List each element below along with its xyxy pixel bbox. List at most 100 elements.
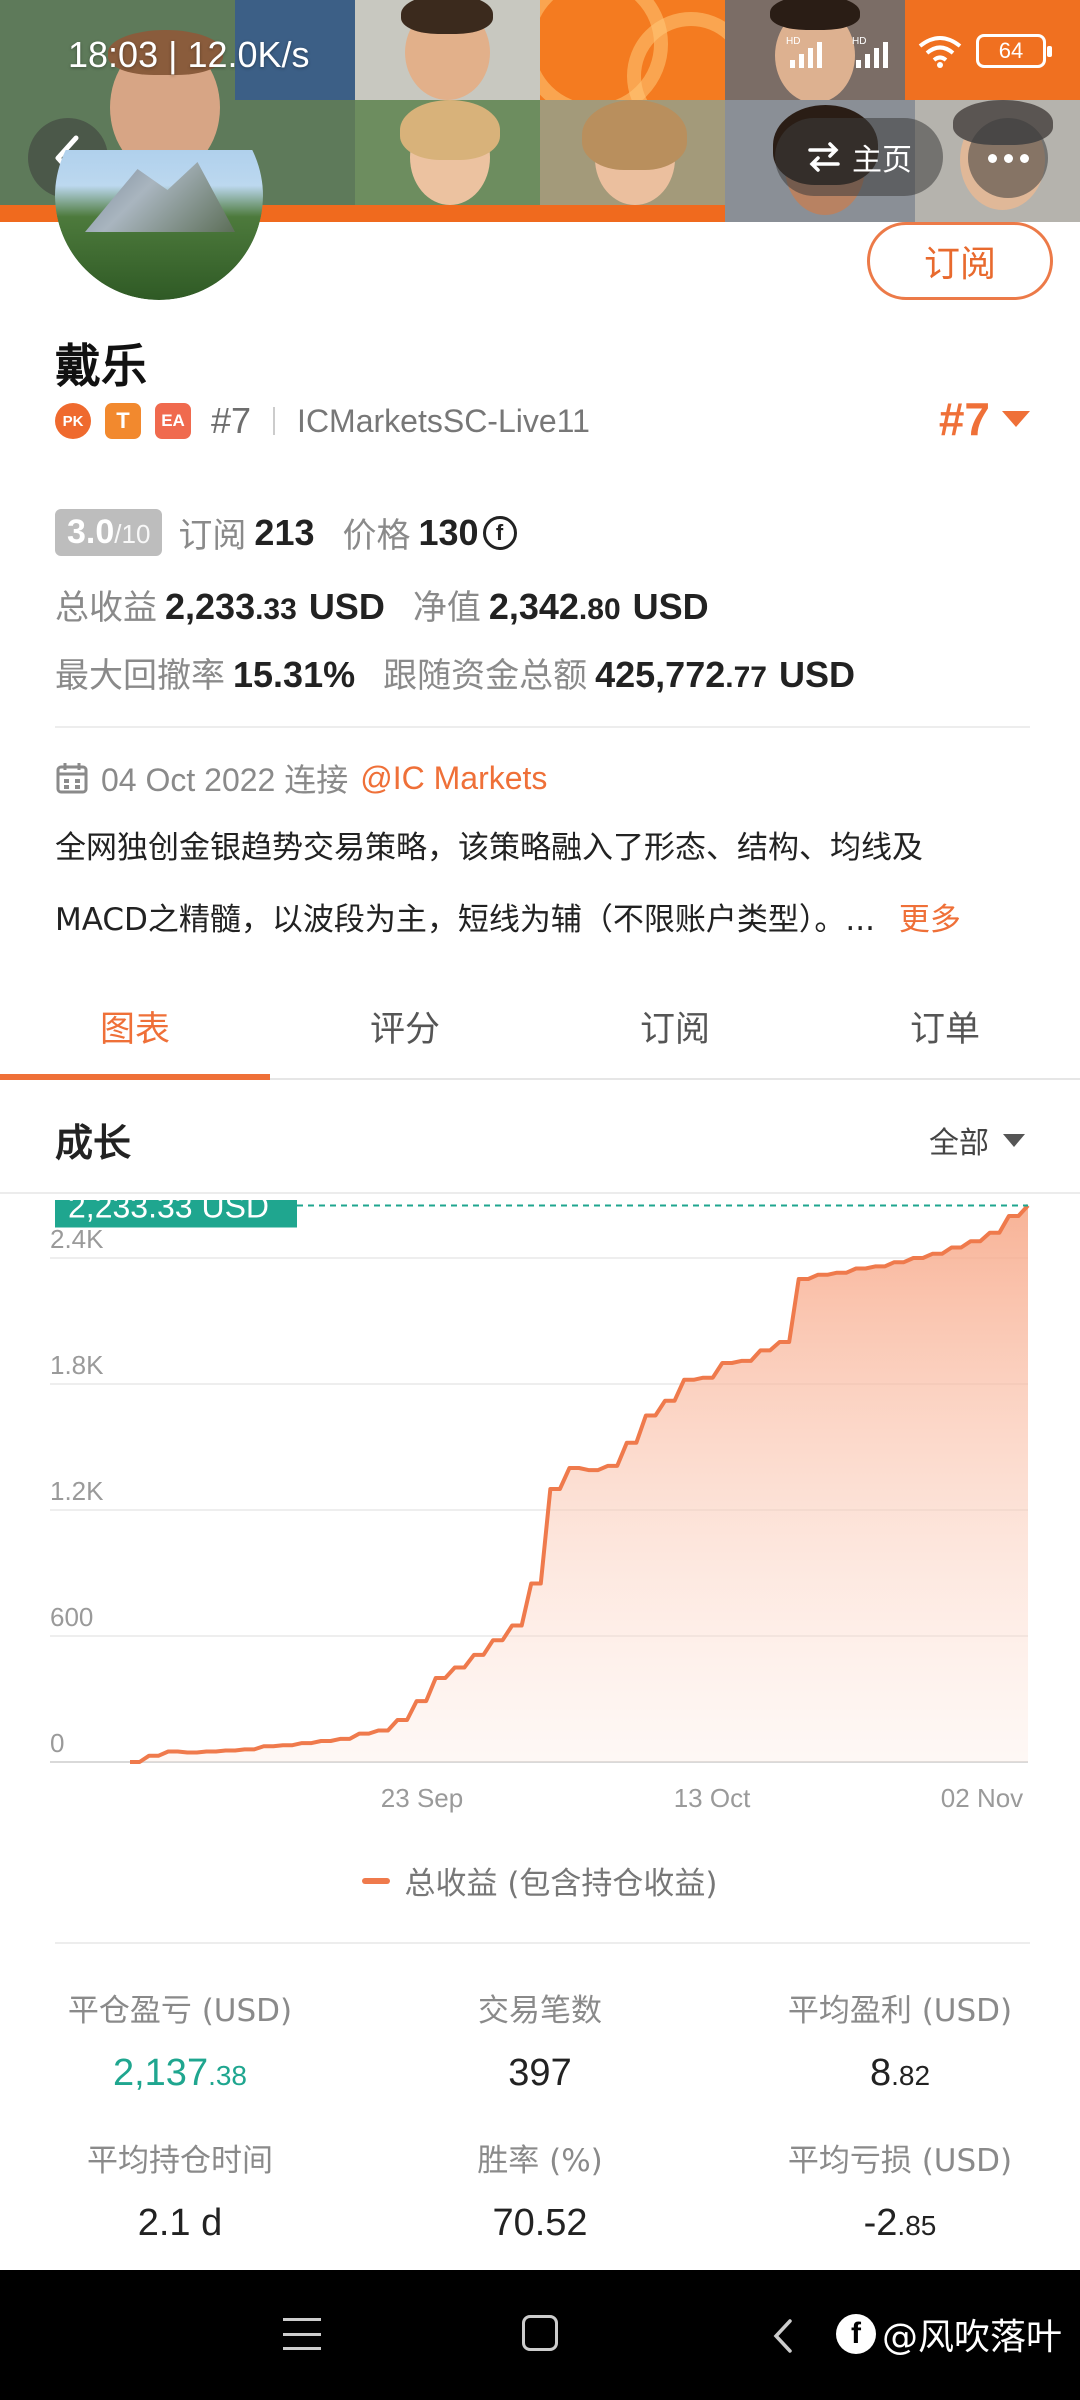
tab-bar: 图表 评分 订阅 订单: [0, 975, 1080, 1080]
metric-value: -2.85: [863, 2202, 937, 2244]
description-line: 全网独创金银趋势交易策略，该策略融入了形态、结构、均线及: [55, 830, 923, 866]
legend-swatch: [362, 1877, 391, 1884]
coin-icon: f: [482, 515, 517, 550]
broker-link[interactable]: @IC Markets: [360, 760, 547, 797]
stats-row-2: 总收益 2,233 .33 USD 净值 2,342 .80 USD: [55, 580, 709, 629]
signal-icon: HD: [786, 36, 822, 68]
metric-trade-count: 交易笔数 397: [360, 1985, 720, 2095]
metric-value: 397: [508, 2052, 572, 2094]
y-tick-label: 0: [50, 1728, 64, 1758]
signal-icon: HD: [852, 36, 888, 68]
status-bar: 18:03 | 12.0K/s HD HD 64: [0, 0, 1080, 110]
section-title: 成长: [55, 1121, 132, 1165]
menu-icon[interactable]: [283, 2318, 321, 2350]
subscribe-count: 213: [254, 511, 315, 553]
metric-win-rate: 胜率 (%) 70.52: [360, 2135, 720, 2245]
description-line: MACD之精髓，以波段为主，短线为辅（不限账户类型）。... 更多: [55, 884, 1035, 956]
badge-row: PK T EA #7 ICMarketsSC-Live11: [55, 400, 590, 442]
current-value-label: 2,233.33 USD: [68, 1200, 269, 1225]
pk-badge-icon: PK: [55, 403, 91, 439]
metric-label: 平仓盈亏 (USD): [67, 1993, 293, 2029]
dot-icon: [987, 153, 997, 163]
divider: [55, 726, 1030, 728]
tab-chart[interactable]: 图表: [0, 975, 270, 1080]
dot-icon: [1003, 153, 1013, 163]
triangle-down-icon: [1002, 411, 1030, 427]
trader-name: 戴乐: [55, 339, 147, 393]
stats-row-3: 最大回撤率 15.31% 跟随资金总额 425,772 .77 USD: [55, 648, 855, 697]
tab-orders[interactable]: 订单: [810, 975, 1080, 1078]
watermark-text: @风吹落叶: [882, 2317, 1063, 2358]
growth-chart[interactable]: 0 600 1.2K 1.8K 2.4K 23 Sep 13 Oct 02 Nov 2,23…: [0, 1200, 1080, 1920]
x-tick-label: 13 Oct: [674, 1783, 751, 1813]
follow-dec: .77: [725, 661, 767, 694]
total-profit-unit: USD: [308, 586, 385, 627]
score-max: /10: [114, 519, 151, 549]
follow-unit: USD: [778, 654, 855, 695]
connect-date: 04 Oct 2022 连接: [101, 762, 349, 798]
home-button[interactable]: 主页: [775, 118, 943, 196]
price-value: 130: [418, 511, 479, 553]
stats-row-1: 3.0 /10 订阅 213 价格 130 f: [55, 508, 517, 557]
metric-value: 2,137.38: [112, 2052, 248, 2094]
status-time: 18:03 | 12.0K/s: [68, 34, 310, 75]
system-nav-bar: f @风吹落叶: [0, 2270, 1080, 2400]
triangle-down-icon: [1003, 1133, 1025, 1147]
metric-avg-profit: 平均盈利 (USD) 8.82: [720, 1985, 1080, 2095]
metric-value: 2.1 d: [137, 2202, 223, 2244]
watermark: f @风吹落叶: [836, 2308, 1062, 2360]
avatar-image: [55, 150, 263, 300]
y-tick-label: 600: [50, 1602, 93, 1632]
banner-photo: [540, 100, 725, 205]
wifi-icon: [918, 36, 962, 68]
switch-icon: [808, 142, 840, 172]
equity-dec: .80: [578, 593, 621, 626]
tab-subscribe[interactable]: 订阅: [540, 975, 810, 1078]
metric-value: 70.52: [492, 2202, 588, 2244]
total-profit-int: 2,233: [165, 586, 256, 627]
metric-closed-pnl: 平仓盈亏 (USD) 2,137.38: [0, 1985, 360, 2095]
metric-label: 平均持仓时间: [87, 2143, 273, 2179]
equity-unit: USD: [632, 586, 709, 627]
range-filter-label: 全部: [929, 1126, 989, 1161]
score-value: 3.0: [67, 513, 115, 551]
more-link[interactable]: 更多: [899, 902, 961, 938]
more-button[interactable]: [968, 118, 1048, 198]
connect-row: 04 Oct 2022 连接 @IC Markets: [55, 755, 547, 801]
svg-text:HD: HD: [786, 36, 800, 47]
rank-label: #7: [211, 400, 252, 441]
series-area: [130, 1205, 1028, 1762]
equity-label: 净值: [412, 588, 481, 628]
svg-text:HD: HD: [852, 36, 866, 47]
metric-avg-hold-time: 平均持仓时间 2.1 d: [0, 2135, 360, 2245]
divider: [55, 1942, 1030, 1944]
account-server: ICMarketsSC-Live11: [297, 402, 590, 439]
total-profit-label: 总收益: [55, 588, 157, 628]
equity-int: 2,342: [488, 586, 579, 627]
score-badge: 3.0 /10: [55, 509, 163, 556]
calendar-icon: [56, 763, 88, 794]
avatar[interactable]: [55, 150, 263, 300]
rank-dropdown[interactable]: #7: [939, 392, 1030, 446]
y-tick-label: 1.8K: [50, 1350, 104, 1380]
facebook-icon: f: [836, 2314, 876, 2354]
metric-avg-loss: 平均亏损 (USD) -2.85: [720, 2135, 1080, 2245]
x-tick-label: 23 Sep: [381, 1783, 463, 1813]
divider: [273, 407, 276, 435]
metric-value: 8.82: [869, 2052, 931, 2094]
back-icon[interactable]: [770, 2318, 796, 2354]
description-text: MACD之精髓，以波段为主，短线为辅（不限账户类型）。...: [55, 902, 875, 938]
rank-big-label: #7: [938, 393, 990, 445]
drawdown-value: 15.31%: [233, 654, 356, 695]
tab-rating[interactable]: 评分: [270, 975, 540, 1078]
chart-legend: 总收益 (包含持仓收益): [0, 1858, 1080, 1903]
subscribe-count-label: 订阅: [178, 516, 247, 556]
x-tick-label: 02 Nov: [941, 1783, 1023, 1813]
status-icons: HD HD 64: [786, 34, 1052, 68]
range-filter[interactable]: 全部: [929, 1118, 1025, 1162]
price-label: 价格: [342, 516, 411, 556]
subscribe-button[interactable]: 订阅: [867, 222, 1053, 300]
metric-label: 胜率 (%): [477, 2143, 603, 2179]
home-label: 主页: [852, 143, 912, 178]
home-icon[interactable]: [522, 2315, 558, 2351]
